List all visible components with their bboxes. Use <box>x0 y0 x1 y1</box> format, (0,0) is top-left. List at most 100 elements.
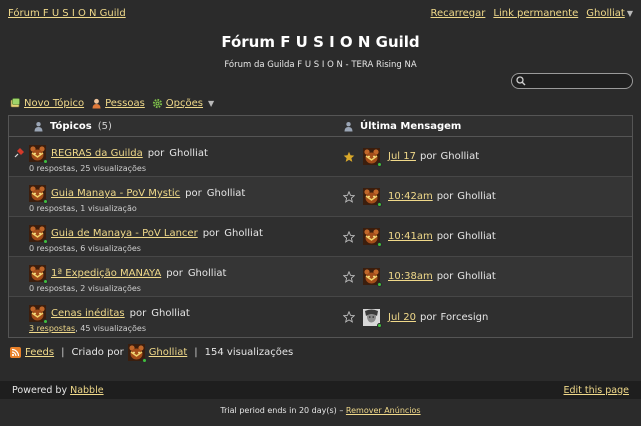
by-label: por <box>419 151 437 162</box>
topic-title-link[interactable]: Cenas inéditas <box>51 308 125 319</box>
new-topic-link[interactable]: Novo Tópico <box>24 98 84 109</box>
pin-icon <box>14 148 24 158</box>
user-menu[interactable]: Gholliat ▼ <box>586 8 633 19</box>
star-outline-icon[interactable] <box>343 311 355 323</box>
author-avatar[interactable] <box>29 145 48 164</box>
last-message-column-header[interactable]: Última Mensagem <box>343 121 461 132</box>
topic-cell: Cenas inéditas por Gholliat 3 respostas, 45… <box>9 297 343 337</box>
by-label: por <box>436 231 454 242</box>
by-label: por <box>436 191 454 202</box>
options-link[interactable]: Opções <box>166 98 203 109</box>
table-row: Guia de Manaya - PoV Lancer por Gholliat 0 … <box>9 217 632 257</box>
last-message-time-link[interactable]: 10:41am <box>388 231 433 242</box>
star-outline-icon[interactable] <box>343 270 355 283</box>
topic-line: Cenas inéditas por Gholliat <box>29 305 190 324</box>
topic-title-link[interactable]: Guia Manaya - PoV Mystic <box>51 188 180 199</box>
topics-column-header[interactable]: Tópicos (5) <box>9 121 343 132</box>
forum-footer: Feeds | Criado por Gholliat | 154 visual… <box>10 344 294 363</box>
people-link[interactable]: Pessoas <box>105 98 145 109</box>
table-row: 1ª Expedição MANAYA por Gholliat 0 resposta… <box>9 257 632 297</box>
last-message-cell: Jul 20 por Forcesign <box>343 297 632 337</box>
last-message-time-link[interactable]: 10:42am <box>388 191 433 202</box>
topic-author: Gholliat <box>151 308 190 319</box>
last-message-time-link[interactable]: Jul 17 <box>388 151 416 162</box>
total-views: 154 visualizações <box>204 347 294 358</box>
views-count: , 2 visualizações <box>75 284 141 293</box>
by-label: por <box>202 228 220 239</box>
topics-count: (5) <box>97 120 112 132</box>
star-outline-icon[interactable] <box>343 190 355 203</box>
last-author-avatar[interactable] <box>363 308 382 328</box>
top-bar: Fórum F U S I O N Guild Recarregar Link … <box>0 0 641 26</box>
topic-title-link[interactable]: REGRAS da Guilda <box>51 148 143 159</box>
last-message-author: Gholliat <box>457 271 496 282</box>
people-button[interactable]: Pessoas <box>91 98 145 109</box>
topic-cell: Guia Manaya - PoV Mystic por Gholliat 0 res… <box>9 177 343 216</box>
powered-by-bar: Powered by Nabble Edit this page <box>0 381 641 399</box>
by-label: por <box>436 271 454 282</box>
chevron-down-icon: ▼ <box>208 98 215 108</box>
topic-author: Gholliat <box>187 268 227 279</box>
star-filled-icon[interactable] <box>343 151 355 163</box>
chevron-down-icon: ▼ <box>626 8 633 18</box>
page-title: Fórum F U S I O N Guild <box>221 33 420 51</box>
last-author-avatar[interactable] <box>363 228 382 247</box>
author-avatar[interactable] <box>29 305 48 324</box>
last-author-avatar[interactable] <box>363 148 382 167</box>
last-message-time-link[interactable]: 10:38am <box>388 271 433 282</box>
topic-stats: 0 respostas, 25 visualizações <box>29 164 146 173</box>
permalink-link[interactable]: Link permanente <box>493 8 578 19</box>
topic-title-link[interactable]: 1ª Expedição MANAYA <box>51 268 161 279</box>
top-right-links: Recarregar Link permanente Gholliat ▼ <box>431 8 633 19</box>
by-label: por <box>185 188 202 199</box>
last-message-cell: 10:41am por Gholliat <box>343 217 632 256</box>
user-name-link[interactable]: Gholliat <box>586 8 625 19</box>
last-author-avatar[interactable] <box>363 188 382 207</box>
edit-page-link[interactable]: Edit this page <box>564 385 630 396</box>
topics-table: Tópicos (5) Última Mensagem REGRAS da Gu… <box>8 115 633 338</box>
topic-cell: 1ª Expedição MANAYA por Gholliat 0 resposta… <box>9 257 343 296</box>
last-message-time-link[interactable]: Jul 20 <box>388 312 416 323</box>
last-author-avatar[interactable] <box>363 268 382 287</box>
by-label: por <box>129 308 147 319</box>
powered-by: Powered by Nabble <box>12 385 104 396</box>
last-message-cell: 10:42am por Gholliat <box>343 177 632 216</box>
views-count: , 25 visualizações <box>75 164 147 173</box>
person-icon <box>92 98 101 108</box>
author-avatar[interactable] <box>29 225 48 244</box>
by-label: por <box>147 148 165 159</box>
options-menu[interactable]: Opções ▼ <box>152 98 214 109</box>
replies-count: 0 respostas <box>29 164 76 173</box>
last-message-header-label: Última Mensagem <box>360 120 462 132</box>
forum-home-link[interactable]: Fórum F U S I O N Guild <box>8 8 126 19</box>
creator-link[interactable]: Gholliat <box>149 347 188 358</box>
new-topic-button[interactable]: Novo Tópico <box>10 98 84 109</box>
topic-stats: 0 respostas, 2 visualizações <box>29 284 141 293</box>
feeds-link[interactable]: Feeds <box>25 347 54 358</box>
author-avatar[interactable] <box>29 185 48 204</box>
remove-ads-link[interactable]: Remover Anúncios <box>346 406 421 415</box>
online-status-dot <box>377 242 382 247</box>
nabble-link[interactable]: Nabble <box>70 385 103 396</box>
author-avatar[interactable] <box>29 265 48 284</box>
topic-line: Guia de Manaya - PoV Lancer por Gholliat <box>29 225 263 244</box>
topic-stats: 0 respostas, 1 visualização <box>29 204 137 213</box>
topic-title-link[interactable]: Guia de Manaya - PoV Lancer <box>51 228 198 239</box>
powered-by-label: Powered by <box>12 384 68 396</box>
sort-person-icon <box>344 121 353 131</box>
search-icon <box>516 76 526 86</box>
sort-person-icon <box>34 121 43 131</box>
table-row: Guia Manaya - PoV Mystic por Gholliat 0 res… <box>9 177 632 217</box>
creator-avatar[interactable] <box>127 344 147 363</box>
trial-notice: Trial period ends in 20 day(s) – Remover… <box>0 406 641 415</box>
reload-link[interactable]: Recarregar <box>431 8 486 19</box>
separator: | <box>194 347 198 358</box>
separator: | <box>61 347 65 358</box>
search-input[interactable] <box>511 73 633 89</box>
last-message-author: Gholliat <box>457 231 496 242</box>
replies-link[interactable]: 3 respostas <box>29 324 75 333</box>
by-label: por <box>166 268 183 279</box>
star-outline-icon[interactable] <box>343 230 355 243</box>
trial-text: Trial period ends in 20 day(s) – <box>220 406 344 415</box>
topic-line: REGRAS da Guilda por Gholliat <box>29 145 208 164</box>
